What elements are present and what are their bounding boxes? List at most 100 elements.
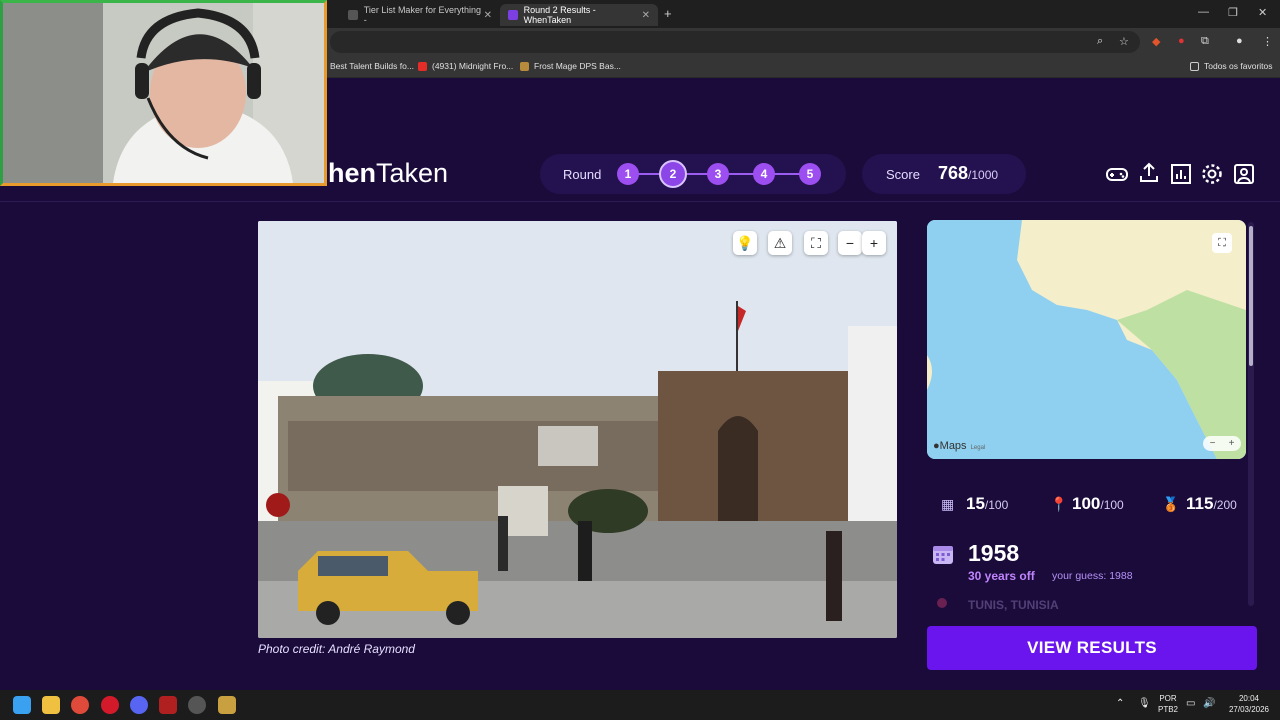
address-bar[interactable] (330, 31, 1140, 53)
view-results-button[interactable]: VIEW RESULTS (927, 626, 1257, 670)
bookmark-item[interactable]: Frost Mage DPS Bas... (520, 61, 621, 71)
bookmark-star-icon[interactable]: ☆ (1119, 35, 1129, 48)
map-zoom-out[interactable]: − (1210, 438, 1216, 449)
medal-icon: 🥉 (1162, 496, 1180, 512)
total-score-value: 115 (1186, 494, 1214, 513)
total-score: 115/200 (1186, 494, 1237, 514)
network-icon[interactable]: ▭ (1186, 698, 1195, 709)
webcam-overlay (0, 0, 327, 186)
tray-expand-icon[interactable]: ⌃ (1116, 698, 1124, 709)
bookmark-item[interactable]: Best Talent Builds fo... (330, 61, 414, 71)
settings-icon[interactable] (1200, 162, 1224, 186)
calendar-icon (933, 546, 953, 564)
report-warning-icon[interactable]: ⚠ (768, 231, 792, 255)
share-icon[interactable] (1137, 161, 1161, 185)
round-1[interactable]: 1 (617, 163, 639, 185)
years-off: 30 years off (968, 569, 1035, 583)
tunis-street-photo (258, 221, 897, 638)
location-score: 100/100 (1072, 494, 1124, 514)
menu-kebab-icon[interactable]: ⋮ (1262, 35, 1273, 48)
calendar-icon: ▦ (941, 496, 955, 512)
photo-credit: Photo credit: André Raymond (258, 642, 415, 656)
tab-whentaken[interactable]: Round 2 Results - WhenTaken ✕ (500, 4, 658, 26)
clock-date: 27/03/2026 (1228, 705, 1270, 714)
gamepad-icon[interactable] (1105, 162, 1129, 186)
extension-icon[interactable]: ◆ (1152, 35, 1160, 48)
round-5[interactable]: 5 (799, 163, 821, 185)
bookmark-label: Best Talent Builds fo... (330, 61, 414, 71)
discord-icon[interactable] (130, 696, 148, 714)
streamer-webcam-image (3, 3, 324, 183)
round-photo[interactable] (258, 221, 897, 638)
bookmark-label: (4931) Midnight Fro... (432, 61, 514, 71)
new-tab-icon[interactable]: + (664, 6, 672, 21)
round-3[interactable]: 3 (707, 163, 729, 185)
fullscreen-icon[interactable]: ⛶ (804, 231, 828, 255)
microphone-icon[interactable]: 🎙 (1138, 698, 1151, 709)
tab-tier-list[interactable]: Tier List Maker for Everything - ✕ (340, 4, 500, 26)
tab-label: Round 2 Results - WhenTaken (523, 5, 596, 25)
year-score: 15/100 (966, 494, 1008, 514)
actual-year: 1958 (968, 540, 1020, 566)
map-zoom-in[interactable]: + (1229, 438, 1235, 449)
actual-location: TUNIS, TUNISIA (968, 598, 1059, 612)
year-score-max: /100 (984, 498, 1009, 512)
profile-avatar-icon[interactable]: ● (1236, 35, 1243, 47)
all-bookmarks[interactable]: Todos os favoritos (1190, 61, 1273, 71)
bookmark-label: Frost Mage DPS Bas... (534, 61, 621, 71)
whentaken-favicon-icon (508, 10, 518, 20)
bookmark-item[interactable]: (4931) Midnight Fro... (418, 61, 513, 71)
result-map[interactable] (927, 220, 1246, 459)
map-fullscreen-icon[interactable]: ⛶ (1212, 233, 1232, 253)
score-max: /1000 (968, 168, 999, 182)
app-icon[interactable] (159, 696, 177, 714)
profile-icon[interactable] (1232, 162, 1256, 186)
keyboard-language[interactable]: POR PTB2 (1158, 693, 1178, 715)
lang-top: POR (1159, 694, 1177, 703)
file-explorer-icon[interactable] (42, 696, 60, 714)
map-zoom-controls: − + (1203, 436, 1241, 451)
maps-attribution[interactable]: ●Maps Legal (933, 440, 985, 452)
site-logo[interactable]: henTaken (328, 158, 448, 189)
logo-bold: hen (328, 158, 377, 188)
game-launcher-icon[interactable] (218, 696, 236, 714)
chrome-icon[interactable] (71, 696, 89, 714)
stats-icon[interactable] (1169, 162, 1193, 186)
folder-icon (1190, 61, 1199, 71)
africa-map (927, 220, 1246, 459)
zoom-out-icon[interactable]: − (838, 231, 862, 255)
apple-logo-icon: ● (933, 440, 940, 452)
score-number: 768 (938, 163, 969, 183)
total-score-max: /200 (1213, 498, 1237, 512)
close-icon[interactable]: ✕ (484, 10, 492, 21)
score-label: Score (886, 167, 920, 182)
scrollbar-thumb[interactable] (1249, 226, 1253, 366)
minimize-icon[interactable]: — (1198, 6, 1209, 18)
score-value: 768/1000 (938, 163, 998, 184)
year-score-value: 15 (966, 494, 985, 513)
opera-icon[interactable] (101, 696, 119, 714)
extensions-puzzle-icon[interactable]: ⧉ (1201, 35, 1209, 48)
youtube-icon (418, 61, 427, 71)
round-2-current[interactable]: 2 (659, 160, 687, 188)
obs-icon[interactable] (188, 696, 206, 714)
windows-start-icon[interactable] (13, 696, 31, 714)
hint-lightbulb-icon[interactable]: 💡 (733, 231, 757, 255)
all-bookmarks-label: Todos os favoritos (1204, 61, 1273, 71)
volume-icon[interactable]: 🔊 (1203, 698, 1215, 709)
logo-rest: Taken (376, 158, 449, 188)
zoom-in-icon[interactable]: + (862, 231, 886, 255)
location-pin-icon: 📍 (1050, 496, 1068, 512)
legal-link[interactable]: Legal (971, 445, 986, 451)
close-icon[interactable]: ✕ (642, 10, 650, 21)
location-pin-icon (937, 598, 947, 608)
your-guess: your guess: 1988 (1052, 570, 1133, 582)
maps-brand: Maps (939, 440, 967, 452)
extension-badge-icon[interactable]: ● (1178, 35, 1185, 47)
zoom-icon[interactable]: ⌕ (1097, 35, 1103, 48)
close-window-icon[interactable]: ✕ (1258, 6, 1267, 19)
restore-icon[interactable]: ❐ (1228, 6, 1238, 19)
clock[interactable]: 20:04 27/03/2026 (1226, 693, 1272, 715)
location-score-max: /100 (1100, 498, 1124, 512)
round-4[interactable]: 4 (753, 163, 775, 185)
